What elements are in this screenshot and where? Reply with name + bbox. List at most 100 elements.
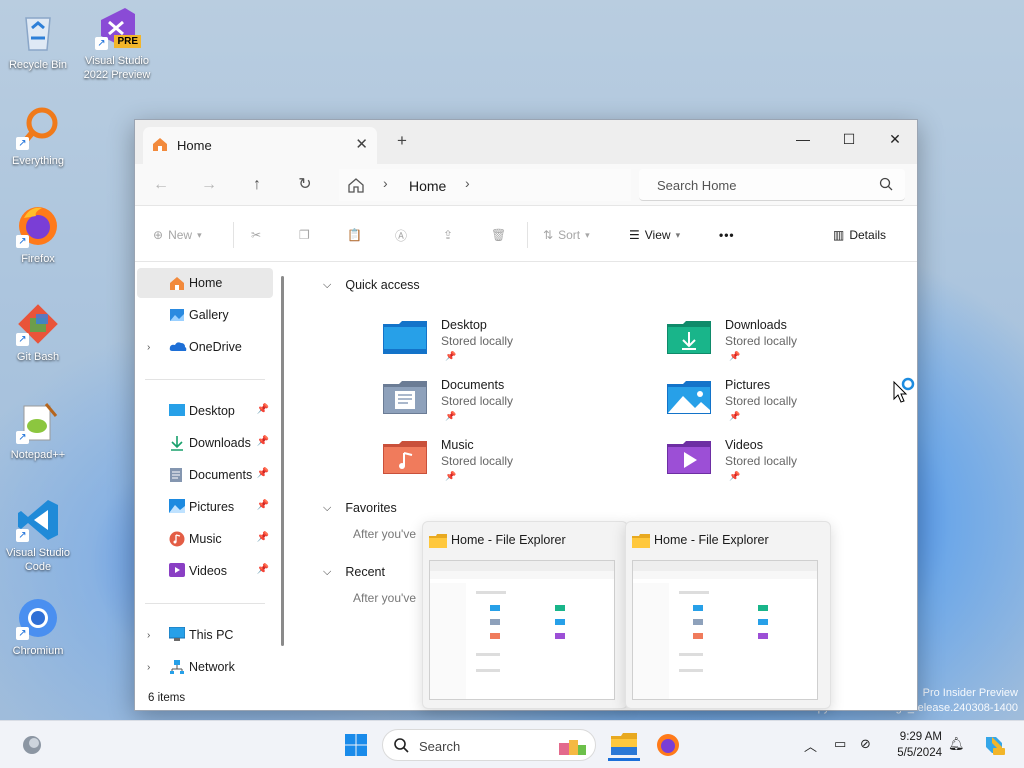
sidebar-item-desktop[interactable]: Desktop 📌 <box>137 396 273 426</box>
chevron-right-icon[interactable]: › <box>147 630 150 641</box>
address-bar[interactable]: › Home › <box>339 169 631 201</box>
sort-icon: ⇅ <box>543 228 554 242</box>
folder-name: Documents <box>441 378 505 392</box>
minimize-button[interactable]: — <box>781 126 825 152</box>
quick-access-desktop[interactable]: Desktop Stored locally 📌 <box>383 314 633 366</box>
tab-close-button[interactable]: ✕ <box>355 135 368 153</box>
search-placeholder: Search <box>419 739 461 754</box>
chevron-right-icon[interactable]: › <box>147 662 150 673</box>
title-bar: Home ✕ + — ☐ ✕ <box>135 120 917 164</box>
desktop-folder-icon <box>383 320 427 357</box>
folder-name: Videos <box>725 438 763 452</box>
copy-icon: ❐ <box>299 228 310 242</box>
breadcrumb-separator[interactable]: › <box>383 175 388 191</box>
close-button[interactable]: ✕ <box>873 126 917 152</box>
chevron-right-icon[interactable]: › <box>147 342 150 353</box>
new-tab-button[interactable]: + <box>397 131 407 151</box>
paste-button[interactable]: 📋 <box>347 225 362 245</box>
pictures-folder-icon <box>667 380 711 417</box>
desktop-icon-visual-studio[interactable]: PRE ↗ Visual Studio 2022 Preview <box>79 6 155 82</box>
volume-muted-icon[interactable]: ⊘ <box>860 736 871 752</box>
taskbar-search[interactable]: Search <box>382 729 596 761</box>
desktop-icon-label: Visual Studio Code <box>5 547 70 573</box>
clock[interactable]: 9:29 AM 5/5/2024 <box>886 729 942 761</box>
sidebar-item-pictures[interactable]: Pictures 📌 <box>137 492 273 522</box>
share-button[interactable]: ⇪ <box>443 225 453 245</box>
divider <box>145 603 265 604</box>
sidebar-item-label: Home <box>189 276 223 290</box>
quick-access-music[interactable]: Music Stored locally 📌 <box>383 434 633 486</box>
desktop-icon-firefox[interactable]: ↗ Firefox <box>0 204 76 266</box>
view-label: View <box>644 228 671 242</box>
desktop-icon-recycle-bin[interactable]: Recycle Bin <box>0 10 76 72</box>
display-icon[interactable]: ▭ <box>834 736 846 752</box>
sort-label: Sort <box>558 228 581 242</box>
chevron-up-icon[interactable]: ︿ <box>804 736 817 755</box>
paste-icon: 📋 <box>347 228 362 242</box>
taskbar-file-explorer[interactable] <box>608 729 640 761</box>
recent-header[interactable]: ⌵ Recent <box>323 565 385 579</box>
busy-cursor-icon <box>893 377 917 408</box>
sidebar-item-network[interactable]: › Network <box>137 652 273 682</box>
sidebar-item-gallery[interactable]: Gallery <box>137 300 273 330</box>
desktop-icon-everything[interactable]: ↗ Everything <box>0 106 76 168</box>
copilot-icon[interactable] <box>978 729 1010 761</box>
desktop-icon-chromium[interactable]: ↗ Chromium <box>0 596 76 658</box>
up-button[interactable]: ↑ <box>243 173 271 197</box>
taskbar-thumbnail[interactable]: Home - File Explorer <box>625 521 831 709</box>
chevron-down-icon: ▾ <box>675 229 681 240</box>
sidebar-item-onedrive[interactable]: › OneDrive <box>137 332 273 362</box>
back-button[interactable]: ← <box>147 173 175 197</box>
chevron-down-icon: ▾ <box>585 229 590 240</box>
quick-access-header[interactable]: ⌵ Quick access <box>323 278 420 292</box>
forward-button[interactable]: → <box>195 173 223 197</box>
details-button[interactable]: ▥ Details <box>833 225 886 245</box>
chromium-icon: ↗ <box>16 596 60 640</box>
favorites-header[interactable]: ⌵ Favorites <box>323 501 397 515</box>
quick-access-videos[interactable]: Videos Stored locally 📌 <box>667 434 917 486</box>
desktop-icon-notepad-plus-plus[interactable]: ↗ Notepad++ <box>0 400 76 462</box>
taskbar-thumbnail[interactable]: Home - File Explorer <box>422 521 628 709</box>
shortcut-arrow-icon: ↗ <box>95 37 108 50</box>
file-explorer-icon <box>632 534 650 551</box>
sidebar-scrollbar[interactable] <box>281 276 284 646</box>
search-icon <box>393 737 409 756</box>
quick-access-pictures[interactable]: Pictures Stored locally 📌 <box>667 374 917 426</box>
sidebar-item-music[interactable]: Music 📌 <box>137 524 273 554</box>
pin-icon: 📌 <box>256 436 269 447</box>
copy-button[interactable]: ❐ <box>299 225 310 245</box>
quick-access-documents[interactable]: Documents Stored locally 📌 <box>383 374 633 426</box>
music-folder-icon <box>383 440 427 477</box>
desktop-icon-git-bash[interactable]: ↗ Git Bash <box>0 302 76 364</box>
tab-home[interactable]: Home ✕ <box>143 127 377 164</box>
start-button[interactable] <box>340 729 372 761</box>
rename-button[interactable]: Ⓐ <box>395 225 407 245</box>
refresh-button[interactable]: ↻ <box>291 173 319 197</box>
sort-button[interactable]: ⇅ Sort ▾ <box>543 225 590 245</box>
sidebar-item-this-pc[interactable]: › This PC <box>137 620 273 650</box>
chevron-down-icon: ⌵ <box>323 501 332 514</box>
pin-icon: 📌 <box>256 404 269 415</box>
delete-button[interactable]: 🗑 <box>491 225 506 245</box>
pin-icon: 📌 <box>729 351 741 361</box>
sidebar-item-videos[interactable]: Videos 📌 <box>137 556 273 586</box>
view-button[interactable]: ☰ View ▾ <box>629 225 680 245</box>
cut-button[interactable]: ✂ <box>251 225 261 245</box>
taskbar-firefox[interactable] <box>652 729 684 761</box>
pin-icon: 📌 <box>729 411 741 421</box>
chevron-down-icon: ⌵ <box>323 565 332 578</box>
sidebar-item-downloads[interactable]: Downloads 📌 <box>137 428 273 458</box>
new-button[interactable]: ⊕ New ▾ <box>153 225 202 245</box>
widgets-weather-icon[interactable] <box>16 729 48 761</box>
sidebar-item-documents[interactable]: Documents 📌 <box>137 460 273 490</box>
search-box[interactable]: Search Home <box>639 169 905 201</box>
notification-bell-icon[interactable]: 🔔︎ <box>948 736 965 752</box>
maximize-button[interactable]: ☐ <box>827 126 871 152</box>
desktop-icon-vscode[interactable]: ↗ Visual Studio Code <box>0 498 76 574</box>
breadcrumb-separator[interactable]: › <box>465 175 470 191</box>
sidebar-item-home[interactable]: Home <box>137 268 273 298</box>
more-options-button[interactable]: ••• <box>719 225 735 245</box>
breadcrumb-home[interactable]: Home <box>409 178 446 194</box>
videos-folder-icon <box>667 440 711 477</box>
quick-access-downloads[interactable]: Downloads Stored locally 📌 <box>667 314 917 366</box>
